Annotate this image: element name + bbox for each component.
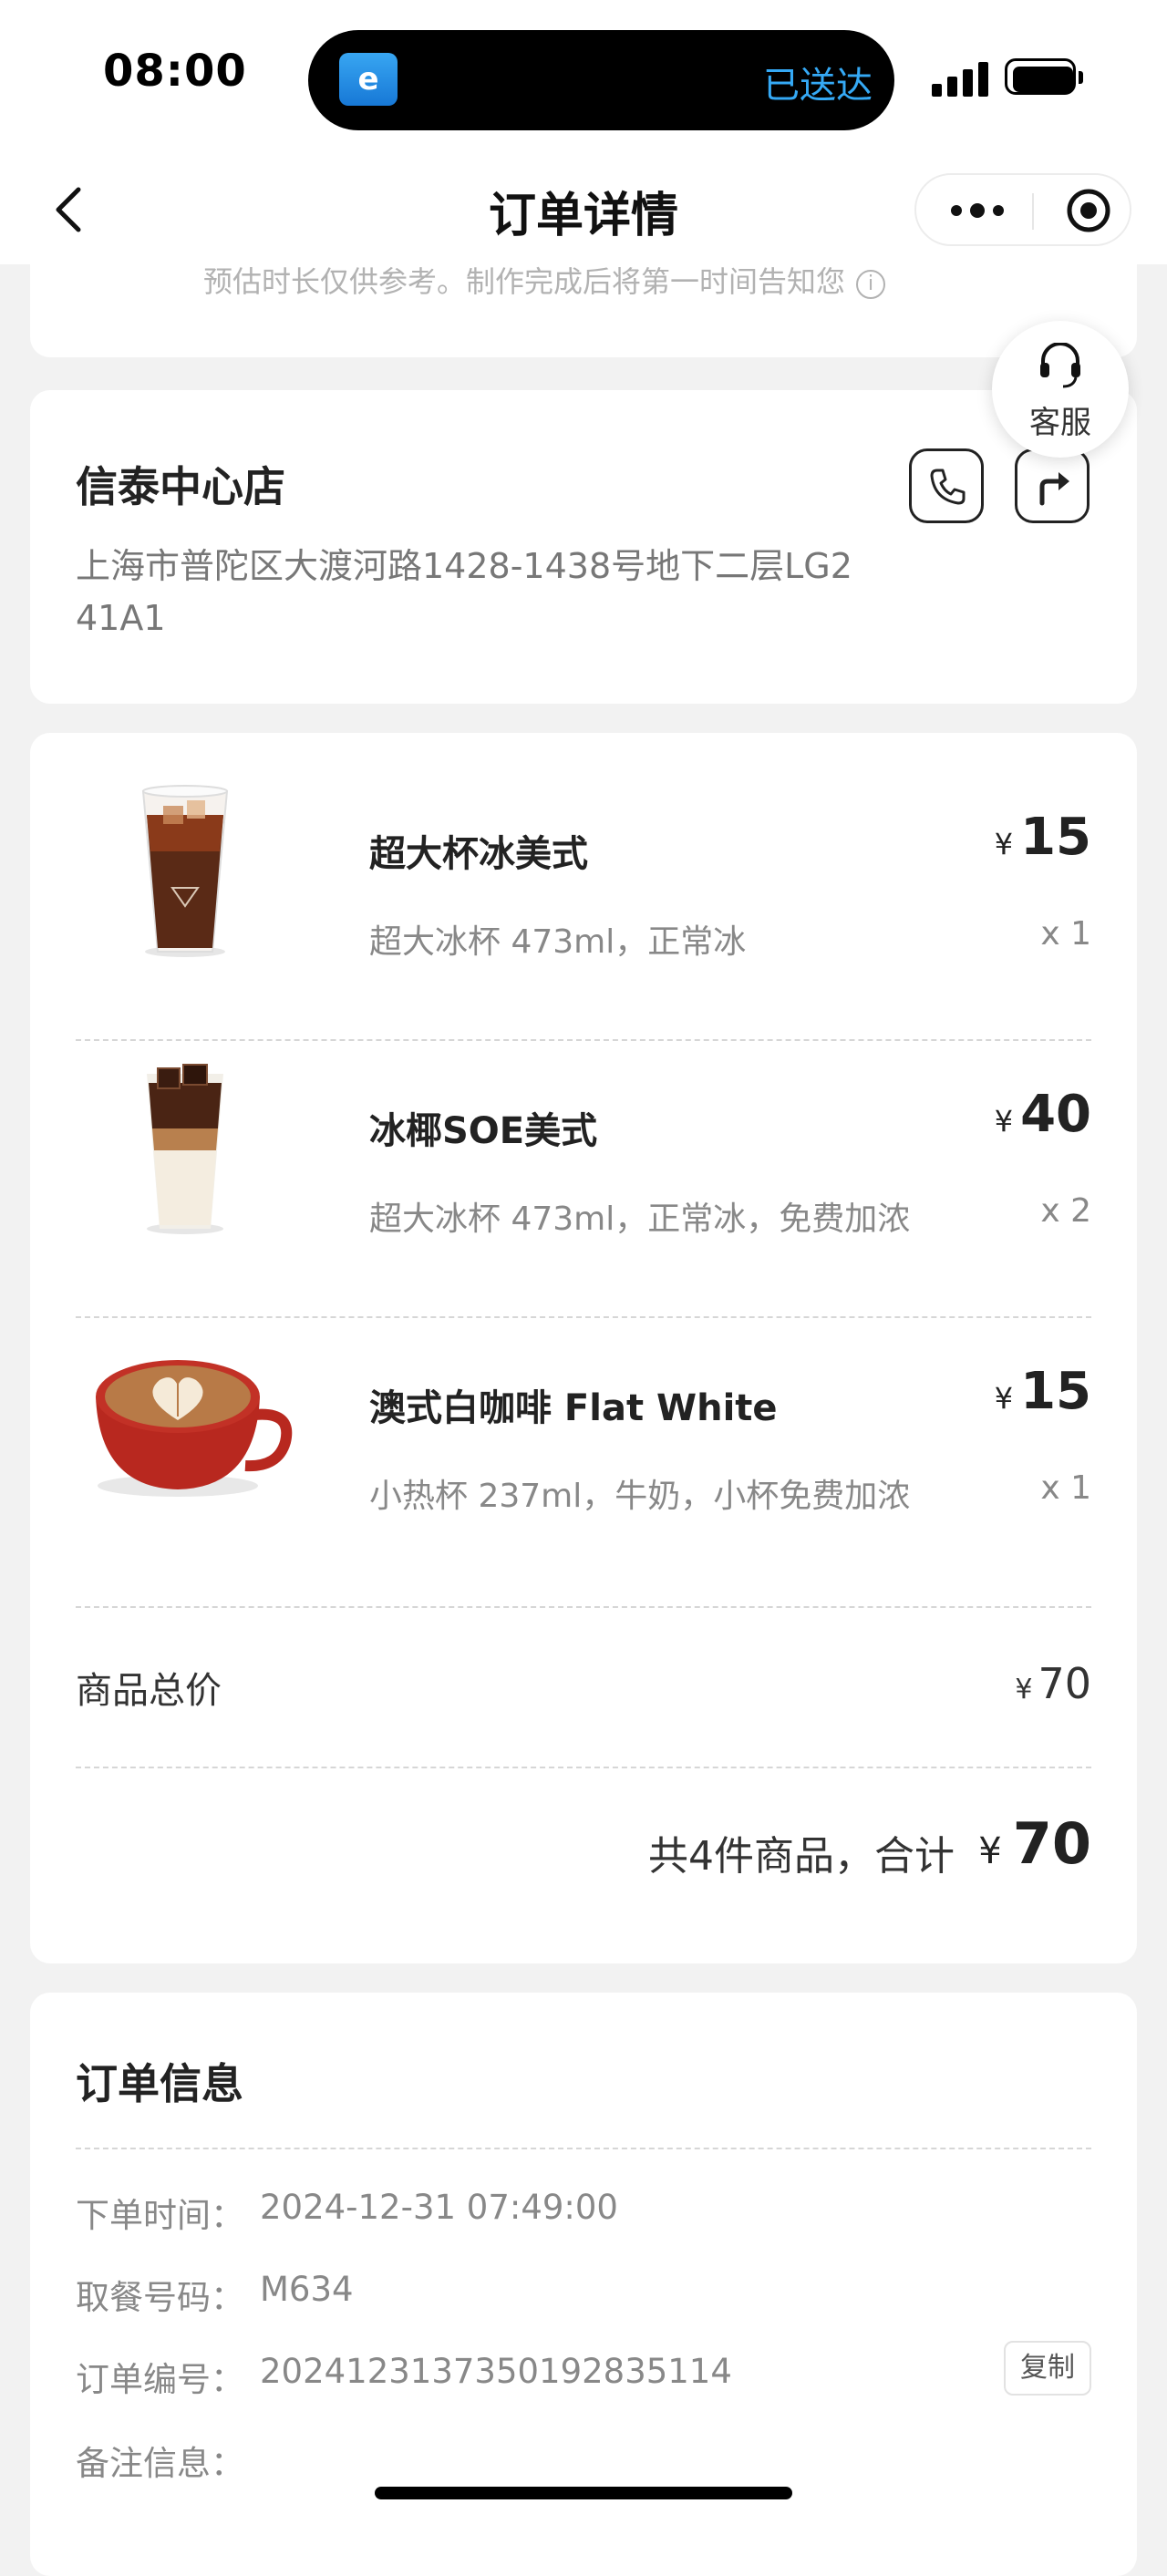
item-price: ¥40 xyxy=(994,1085,1091,1144)
eleme-app-icon: e xyxy=(339,53,398,106)
order-time-value: 2024-12-31 07:49:00 xyxy=(260,2188,618,2227)
status-bar: 08:00 e 已送达 xyxy=(0,0,1167,155)
order-number-value: 20241231373501928351​14 xyxy=(260,2352,732,2391)
info-icon[interactable]: i xyxy=(856,270,886,299)
item-price: ¥15 xyxy=(994,808,1091,867)
list-item[interactable]: 超大杯冰美式 超大冰杯 473ml，正常冰 ¥15 x 1 xyxy=(76,733,1091,997)
capsule-divider xyxy=(1032,193,1034,230)
item-price: ¥15 xyxy=(994,1362,1091,1421)
item-spec: 超大冰杯 473ml，正常冰，免费加浓 xyxy=(369,1200,911,1238)
subtotal-value: ¥70 xyxy=(1015,1659,1091,1708)
estimate-notice: 预估时长仅供参考。制作完成后将第一时间告知您 i xyxy=(203,259,886,301)
store-name: 信泰中心店 xyxy=(76,462,285,511)
dynamic-island[interactable]: e 已送达 xyxy=(308,30,894,130)
mini-program-capsule xyxy=(914,173,1131,246)
total-value: ¥70 xyxy=(978,1810,1091,1877)
pickup-code-row: 取餐号码： M634 xyxy=(76,2270,1091,2324)
total-summary-text: 共4件商品，合计 xyxy=(648,1833,955,1880)
delivery-status-text: 已送达 xyxy=(763,65,873,107)
order-number-label: 订单编号： xyxy=(76,2360,244,2399)
item-quantity: x 2 xyxy=(1040,1192,1091,1230)
remarks-row: 备注信息： xyxy=(76,2436,1091,2490)
call-store-button[interactable] xyxy=(909,448,984,523)
flat-white-cup-image xyxy=(96,1360,293,1497)
iced-coconut-americano-cup-image xyxy=(147,1064,223,1234)
customer-service-button[interactable]: 客服 xyxy=(992,321,1129,458)
order-info-heading: 订单信息 xyxy=(76,2059,243,2108)
item-spec: 小热杯 237ml，牛奶，小杯免费加浓 xyxy=(369,1478,911,1515)
nav-bar: 订单详情 xyxy=(0,155,1167,264)
list-item[interactable]: 澳式白咖啡 Flat White 小热杯 237ml，牛奶，小杯免费加浓 ¥15… xyxy=(76,1287,1091,1551)
remarks-label: 备注信息： xyxy=(76,2444,244,2483)
order-time-row: 下单时间： 2024-12-31 07:49:00 xyxy=(76,2188,1091,2242)
home-indicator xyxy=(375,2487,792,2499)
item-name: 冰椰SOE美式 xyxy=(369,1110,598,1152)
item-divider xyxy=(76,1767,1091,1768)
item-quantity: x 1 xyxy=(1040,915,1091,953)
list-item[interactable]: 冰椰SOE美式 超大冰杯 473ml，正常冰，免费加浓 ¥40 x 2 xyxy=(76,1010,1091,1274)
copy-order-number-button[interactable]: 复制 xyxy=(1004,2341,1091,2396)
battery-icon xyxy=(1005,58,1085,97)
pickup-code-label: 取餐号码： xyxy=(76,2278,244,2317)
item-name: 澳式白咖啡 Flat White xyxy=(369,1387,778,1429)
directions-icon xyxy=(1039,472,1069,506)
close-miniprogram-icon[interactable] xyxy=(1066,188,1111,233)
cellular-signal-icon xyxy=(932,60,988,97)
phone-icon xyxy=(930,469,966,505)
pickup-code-value: M634 xyxy=(260,2270,354,2309)
more-dots-icon[interactable] xyxy=(949,197,1006,224)
item-divider xyxy=(76,1606,1091,1608)
order-items-card: 超大杯冰美式 超大冰杯 473ml，正常冰 ¥15 x 1 冰椰SOE美式 超大… xyxy=(30,733,1137,1963)
subtotal-label: 商品总价 xyxy=(76,1670,222,1712)
headset-icon xyxy=(1040,343,1080,388)
item-name: 超大杯冰美式 xyxy=(369,833,588,875)
navigate-store-button[interactable] xyxy=(1015,448,1090,523)
section-divider xyxy=(76,2148,1091,2149)
status-time: 08:00 xyxy=(103,46,247,97)
order-time-label: 下单时间： xyxy=(76,2196,244,2235)
order-number-row: 订单编号： 20241231373501928351​14 复制 xyxy=(76,2341,1091,2406)
store-address: 上海市普陀区大渡河路1428-1438号地下二层LG2 41A1 xyxy=(76,546,852,638)
customer-service-label: 客服 xyxy=(1029,405,1091,441)
item-spec: 超大冰杯 473ml，正常冰 xyxy=(369,923,747,961)
item-quantity: x 1 xyxy=(1040,1469,1091,1507)
store-card: 信泰中心店 上海市普陀区大渡河路1428-1438号地下二层LG2 41A1 xyxy=(30,390,1137,704)
iced-americano-cup-image xyxy=(141,785,229,957)
